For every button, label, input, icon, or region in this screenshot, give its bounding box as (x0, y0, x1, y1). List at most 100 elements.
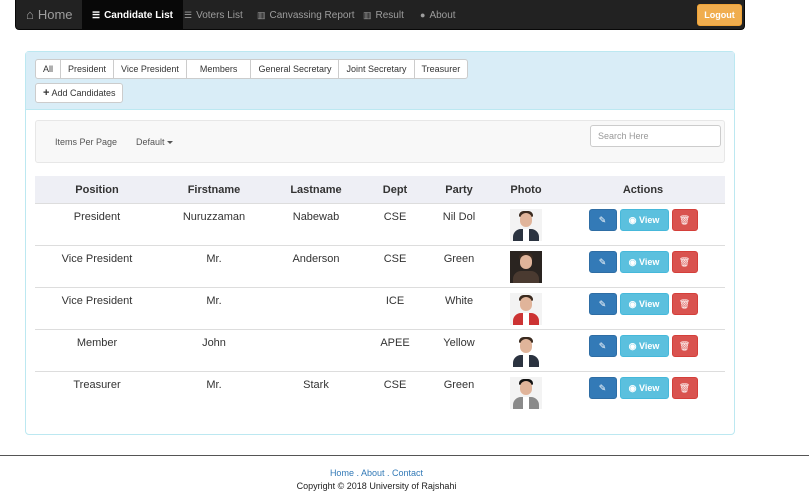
dropdown-value: Default (136, 137, 165, 147)
cell-dept: CSE (363, 245, 427, 288)
cell-party: Green (427, 371, 491, 414)
edit-icon: ✎ (598, 341, 607, 351)
delete-button[interactable]: 🗑 (671, 209, 698, 231)
candidates-table: Position Firstname Lastname Dept Party P… (35, 176, 725, 414)
candidate-photo (510, 251, 542, 283)
cell-lastname: Nabewab (269, 203, 363, 246)
cell-photo (491, 245, 561, 288)
col-dept: Dept (363, 176, 427, 204)
trash-icon: 🗑 (678, 341, 691, 351)
items-per-page-dropdown[interactable]: Default (136, 137, 173, 147)
cell-firstname: Mr. (159, 287, 269, 330)
panel-header: All President Vice President Members Gen… (26, 52, 734, 110)
view-button[interactable]: ◉ View (619, 251, 669, 273)
tab-treasurer[interactable]: Treasurer (413, 59, 469, 79)
trash-icon: 🗑 (678, 299, 691, 309)
brand-home-link[interactable]: ⌂ Home (26, 7, 73, 22)
edit-button[interactable]: ✎ (588, 335, 617, 357)
trash-icon: 🗑 (678, 383, 691, 393)
edit-icon: ✎ (598, 257, 607, 267)
cell-party: Yellow (427, 329, 491, 372)
cell-actions: ✎ ◉ View 🗑 (561, 245, 725, 288)
nav-about[interactable]: ● About (410, 0, 466, 30)
tab-vice-president[interactable]: Vice President (113, 59, 187, 79)
candidates-panel: All President Vice President Members Gen… (25, 51, 735, 435)
footer-divider (0, 455, 809, 456)
search-input[interactable] (590, 125, 721, 147)
col-firstname: Firstname (159, 176, 269, 204)
cell-photo (491, 371, 561, 414)
add-candidates-button[interactable]: + Add Candidates (35, 83, 124, 103)
filter-bar: Items Per Page Default (35, 120, 725, 163)
cell-actions: ✎ ◉ View 🗑 (561, 329, 725, 372)
eye-icon: ◉ (628, 383, 637, 393)
edit-button[interactable]: ✎ (588, 209, 617, 231)
view-label: View (639, 257, 660, 267)
eye-icon: ◉ (628, 257, 637, 267)
cell-firstname: John (159, 329, 269, 372)
cell-lastname: Stark (269, 371, 363, 414)
cell-photo (491, 203, 561, 246)
cell-photo (491, 287, 561, 330)
candidate-photo (510, 293, 542, 325)
col-actions: Actions (561, 176, 725, 204)
table-body: President Nuruzzaman Nabewab CSE Nil Dol… (35, 203, 725, 414)
edit-icon: ✎ (598, 299, 607, 309)
cell-photo (491, 329, 561, 372)
cell-position: Member (35, 329, 159, 372)
cell-party: Nil Dol (427, 203, 491, 246)
chart-icon: ▥ (257, 10, 266, 20)
view-button[interactable]: ◉ View (619, 335, 669, 357)
home-icon: ⌂ (26, 7, 34, 22)
view-label: View (639, 215, 660, 225)
table-row: Vice President Mr. ICE White ✎ ◉ View 🗑 (35, 287, 725, 330)
view-button[interactable]: ◉ View (619, 209, 669, 231)
candidate-photo (510, 377, 542, 409)
tab-all[interactable]: All (35, 59, 62, 79)
cell-dept: ICE (363, 287, 427, 330)
tab-president[interactable]: President (60, 59, 115, 79)
cell-actions: ✎ ◉ View 🗑 (561, 203, 725, 246)
view-label: View (639, 341, 660, 351)
logout-button[interactable]: Logout (697, 4, 742, 26)
view-button[interactable]: ◉ View (619, 293, 669, 315)
candidate-photo (510, 209, 542, 241)
delete-button[interactable]: 🗑 (671, 293, 698, 315)
eye-icon: ◉ (628, 215, 637, 225)
cell-dept: CSE (363, 203, 427, 246)
position-filter-tabs: All President Vice President Members Gen… (35, 59, 469, 79)
cell-lastname (269, 287, 363, 330)
edit-button[interactable]: ✎ (588, 293, 617, 315)
table-row: Vice President Mr. Anderson CSE Green ✎ … (35, 245, 725, 288)
nav-label: Candidate List (104, 10, 173, 21)
brand-label: Home (37, 7, 73, 22)
eye-icon: ◉ (628, 341, 637, 351)
table-row: Treasurer Mr. Stark CSE Green ✎ ◉ View 🗑 (35, 371, 725, 414)
delete-button[interactable]: 🗑 (671, 251, 698, 273)
nav-voters-list[interactable]: ☰ Voters List (174, 0, 253, 30)
footer-link-about[interactable]: About (361, 468, 385, 478)
view-button[interactable]: ◉ View (619, 377, 669, 399)
delete-button[interactable]: 🗑 (671, 335, 698, 357)
footer-link-contact[interactable]: Contact (392, 468, 423, 478)
edit-button[interactable]: ✎ (588, 377, 617, 399)
col-position: Position (35, 176, 159, 204)
cell-actions: ✎ ◉ View 🗑 (561, 287, 725, 330)
col-photo: Photo (491, 176, 561, 204)
cell-position: Treasurer (35, 371, 159, 414)
nav-canvassing-report[interactable]: ▥ Canvassing Report (247, 0, 365, 30)
nav-candidate-list[interactable]: ☰ Candidate List (82, 0, 183, 30)
footer-links: Home . About . Contact (329, 468, 424, 478)
footer-link-home[interactable]: Home (330, 468, 354, 478)
tab-members[interactable]: Members (185, 59, 252, 79)
cell-position: Vice President (35, 287, 159, 330)
col-party: Party (427, 176, 491, 204)
delete-button[interactable]: 🗑 (671, 377, 698, 399)
tab-general-secretary[interactable]: General Secretary (250, 59, 340, 79)
plus-icon: + (43, 87, 50, 99)
nav-result[interactable]: ▥ Result (353, 0, 414, 30)
nav-label: Result (375, 10, 404, 21)
edit-button[interactable]: ✎ (588, 251, 617, 273)
cell-position: President (35, 203, 159, 246)
tab-joint-secretary[interactable]: Joint Secretary (338, 59, 415, 79)
